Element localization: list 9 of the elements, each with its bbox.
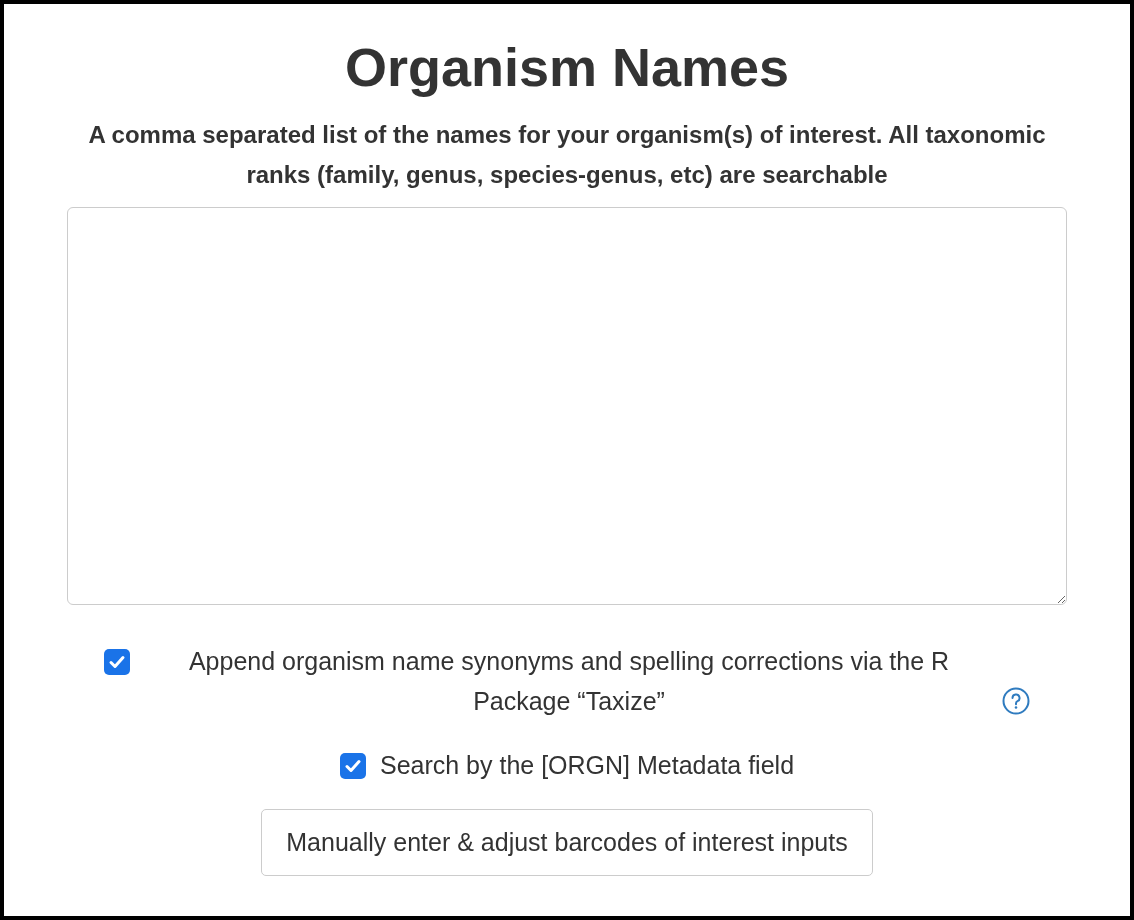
page-title: Organism Names [344,38,790,98]
checkbox[interactable] [104,649,130,676]
manual-entry-button[interactable]: Manually enter & adjust barcodes of interest inputs [261,809,873,877]
option-label: Search by the [ORGN] Metadata field [379,750,795,782]
names-input-field[interactable] [67,207,1067,606]
help-icon[interactable] [1002,687,1030,716]
option-label: Append organism name synonyms and spelling corrections via the R Package “Taxize” [187,646,951,718]
checkbox[interactable] [339,753,366,780]
description-text: A comma separated list of the names for your organism(s) of interest. All taxonomic ranks (family, genus, species-genus, etc) are searchable [87,120,1047,191]
